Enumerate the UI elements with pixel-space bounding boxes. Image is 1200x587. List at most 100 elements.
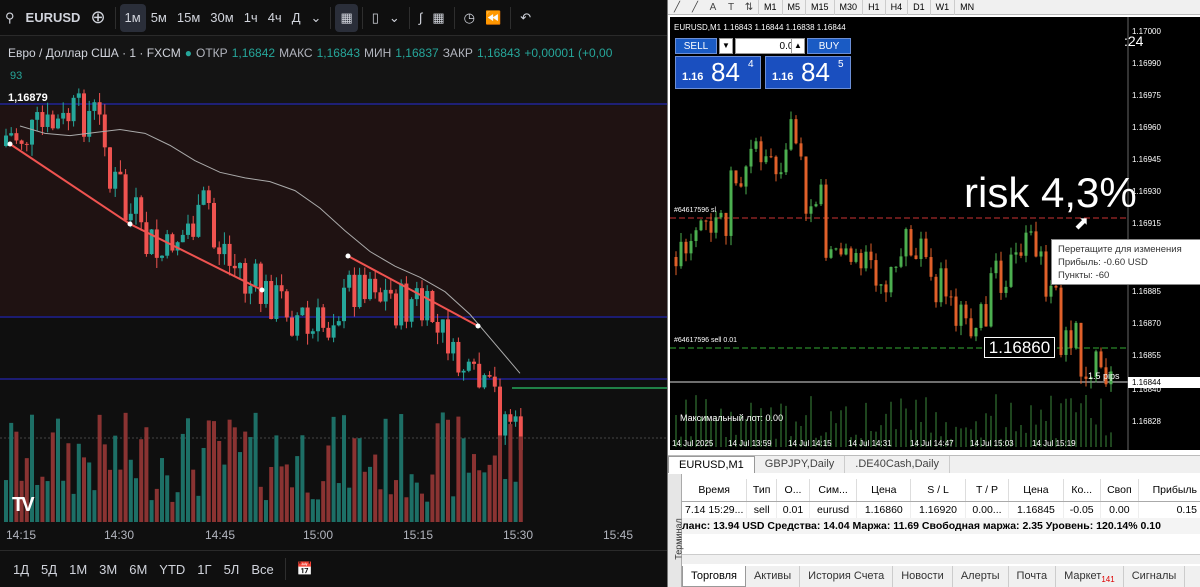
tf-30m[interactable]: 30м	[205, 4, 238, 32]
chart-tab-de40[interactable]: .DE40Cash,Daily	[845, 456, 951, 473]
tab-mail[interactable]: Почта	[1009, 566, 1057, 587]
search-icon[interactable]: ⚲	[0, 4, 20, 32]
tab-news[interactable]: Новости	[893, 566, 953, 587]
tf-4h[interactable]: 4ч	[263, 4, 287, 32]
mt-candle-body	[914, 255, 918, 260]
buy-button[interactable]: BUY	[807, 38, 851, 54]
col-type[interactable]: Тип	[746, 479, 777, 502]
tv-price-chart[interactable]	[0, 36, 667, 522]
horizontal-scrollbar[interactable]	[682, 554, 1200, 564]
sell-button[interactable]: SELL	[675, 38, 717, 54]
chevron-down-icon[interactable]: ⌄	[384, 4, 405, 32]
lot-decrease-button[interactable]: ▼	[719, 38, 733, 54]
tab-signals[interactable]: Сигналы	[1124, 566, 1186, 587]
mt-candle-body	[679, 241, 683, 267]
candle-body	[212, 202, 216, 248]
tab-market[interactable]: Маркет141	[1056, 566, 1124, 587]
volume-bar	[456, 416, 461, 522]
volume-bar	[232, 427, 237, 522]
order-price-tag[interactable]: 1.16860	[984, 337, 1055, 358]
range-5d[interactable]: 5Д	[36, 558, 62, 581]
volume-bar	[118, 469, 123, 522]
symbol-button[interactable]: EURUSD	[20, 4, 86, 32]
tf-d1[interactable]: D1	[907, 0, 930, 15]
layout-icon[interactable]: ▦	[427, 4, 449, 32]
volume-bar	[342, 415, 346, 522]
candles-icon[interactable]: ▦	[335, 3, 358, 32]
range-1m[interactable]: 1М	[64, 558, 92, 581]
table-row[interactable]: 7.14 15:29... sell 0.01 eurusd 1.16860 1…	[682, 501, 1200, 519]
tf-h4[interactable]: H4	[884, 0, 908, 15]
add-symbol-icon[interactable]: ⊕	[85, 4, 110, 32]
label-tool-icon[interactable]: T	[722, 0, 740, 15]
range-5y[interactable]: 5Л	[219, 558, 245, 581]
tf-5m[interactable]: 5м	[146, 4, 172, 32]
col-swap[interactable]: Своп	[1100, 479, 1139, 502]
tf-15m[interactable]: 15м	[172, 4, 205, 32]
chevron-down-icon[interactable]: ⌄	[306, 4, 327, 32]
col-commission[interactable]: Ко...	[1063, 479, 1101, 502]
time-axis[interactable]: 14:15 14:30 14:45 15:00 15:15 15:30 15:4…	[0, 522, 667, 548]
bar-chart-icon[interactable]: ▯	[367, 4, 384, 32]
lot-increase-button[interactable]: ▲	[791, 38, 805, 54]
tf-d[interactable]: Д	[287, 4, 306, 32]
mt-price-chart[interactable]: EURUSD,M1 1.16843 1.16844 1.16838 1.1684…	[670, 17, 1200, 450]
tf-1m[interactable]: 1м	[119, 3, 146, 32]
mt-candle-body	[934, 276, 938, 303]
range-1d[interactable]: 1Д	[8, 558, 34, 581]
candle-body	[321, 307, 326, 328]
tab-assets[interactable]: Активы	[746, 566, 801, 587]
volume-bar	[466, 472, 471, 522]
range-1y[interactable]: 1Г	[192, 558, 216, 581]
range-6m[interactable]: 6М	[124, 558, 152, 581]
range-ytd[interactable]: YTD	[154, 558, 190, 581]
tf-w1[interactable]: W1	[929, 0, 955, 15]
col-sl[interactable]: S / L	[910, 479, 966, 502]
col-symbol[interactable]: Сим...	[809, 479, 858, 502]
volume-bar	[300, 435, 305, 522]
legend-symbol-name[interactable]: Евро / Доллар США · 1 · FXCM	[8, 46, 181, 60]
arrows-tool-icon[interactable]: ⇅	[740, 0, 758, 15]
volume-bar	[217, 440, 222, 522]
sell-price-box[interactable]: 1.16 84 4	[675, 56, 761, 89]
market-badge: 141	[1101, 575, 1115, 585]
replay-icon[interactable]: ⏪	[480, 4, 506, 32]
volume-bar	[50, 432, 55, 522]
buy-price-box[interactable]: 1.16 84 5	[765, 56, 851, 89]
col-volume[interactable]: О...	[776, 479, 811, 502]
col-price[interactable]: Цена	[856, 479, 912, 502]
buy-price-sup: 5	[838, 59, 844, 70]
col-current-price[interactable]: Цена	[1008, 479, 1064, 502]
tf-mn[interactable]: MN	[954, 0, 979, 15]
candle-body	[409, 299, 414, 322]
text-tool-icon[interactable]: A	[704, 0, 722, 15]
chart-tab-gbpjpy[interactable]: GBPJPY,Daily	[755, 456, 846, 473]
range-all[interactable]: Все	[246, 558, 278, 581]
chart-tab-eurusd[interactable]: EURUSD,M1	[668, 456, 755, 473]
candle-body	[113, 171, 118, 189]
range-3m[interactable]: 3М	[94, 558, 122, 581]
col-tp[interactable]: T / P	[965, 479, 1010, 502]
tf-m5[interactable]: M5	[781, 0, 806, 15]
undo-icon[interactable]: ↶	[515, 4, 536, 32]
tab-trade[interactable]: Торговля	[682, 566, 746, 587]
col-time[interactable]: Время	[682, 479, 748, 502]
tf-h1[interactable]: H1	[862, 0, 885, 15]
goto-date-icon[interactable]: 📅	[292, 557, 318, 581]
tf-1h[interactable]: 1ч	[239, 4, 263, 32]
tf-m30[interactable]: M30	[833, 0, 863, 15]
line-tool-icon[interactable]: ╱	[668, 0, 686, 15]
chart-tabs: EURUSD,M1 GBPJPY,Daily .DE40Cash,Daily	[668, 455, 1200, 473]
tab-alerts[interactable]: Алерты	[953, 566, 1009, 587]
alert-clock-icon[interactable]: ◷	[459, 4, 480, 32]
tradingview-logo[interactable]: TV	[12, 494, 34, 517]
tab-history[interactable]: История Счета	[800, 566, 894, 587]
candle-body	[186, 223, 190, 235]
candle-body	[248, 286, 253, 294]
col-profit[interactable]: Прибыль	[1138, 479, 1200, 502]
trend-tool-icon[interactable]: ╱	[686, 0, 704, 15]
indicators-icon[interactable]: ∫	[414, 4, 428, 32]
tf-m1[interactable]: M1	[758, 0, 782, 15]
tf-m15[interactable]: M15	[805, 0, 834, 15]
volume-bar	[347, 487, 352, 522]
